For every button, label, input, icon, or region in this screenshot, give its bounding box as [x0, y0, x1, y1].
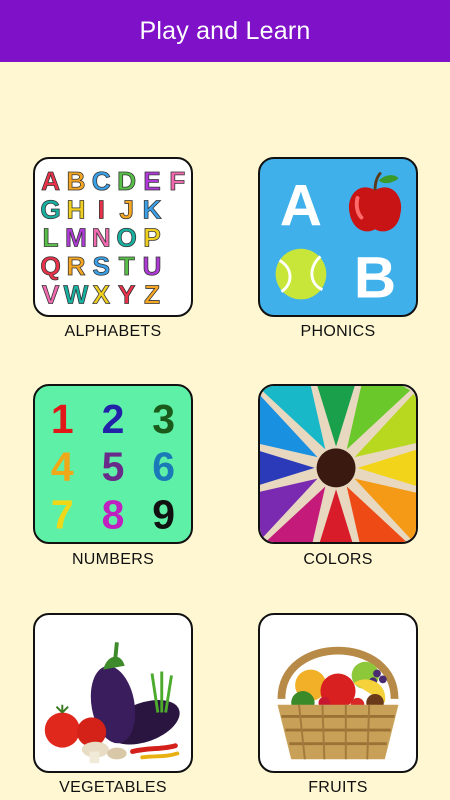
fruit-basket-icon	[277, 646, 399, 760]
alphabet-letter: W	[64, 279, 89, 309]
color-pencils-icon	[260, 386, 416, 542]
number-digit: 8	[102, 491, 125, 537]
numbers-label: NUMBERS	[71, 551, 155, 568]
alphabet-letter: E	[143, 166, 161, 196]
colors-card[interactable]	[258, 384, 418, 544]
alphabet-letter: V	[42, 279, 60, 309]
alphabet-letter: M	[65, 223, 87, 253]
alphabet-letter: K	[142, 194, 161, 224]
alphabet-letter: R	[66, 251, 85, 281]
vegetables-card[interactable]	[33, 613, 193, 773]
fruits-label: FRUITS	[308, 779, 368, 796]
alphabet-letter: G	[40, 194, 60, 224]
number-digit: 1	[51, 396, 74, 442]
apple-icon	[348, 171, 402, 232]
alphabet-letter: B	[66, 166, 85, 196]
tennis-ball-icon	[275, 248, 327, 300]
phonics-letter-b: B	[354, 245, 396, 310]
alphabet-letter: I	[98, 194, 105, 224]
alphabet-letter: A	[41, 166, 60, 196]
app-title: Play and Learn	[139, 16, 311, 45]
pencil-center	[316, 448, 356, 488]
number-digit: 4	[51, 444, 74, 490]
alphabet-letter: U	[142, 251, 161, 281]
phonics-card[interactable]: A B	[258, 157, 418, 317]
number-digit: 9	[152, 491, 175, 537]
number-digit: 3	[152, 396, 175, 442]
number-digit: 6	[152, 444, 175, 490]
fruits-card[interactable]	[258, 613, 418, 773]
phonics-letter-a: A	[280, 173, 322, 238]
alphabet-letter: O	[116, 223, 136, 253]
colors-label: COLORS	[303, 551, 373, 568]
vegetables-icon	[44, 642, 180, 764]
alphabet-letter: D	[117, 166, 136, 196]
vegetables-label: VEGETABLES	[59, 779, 167, 796]
phonics-icon: A B	[275, 171, 402, 310]
alphabets-label: ALPHABETS	[64, 323, 162, 340]
phonics-label: PHONICS	[300, 323, 376, 340]
alphabet-letter: J	[119, 194, 134, 224]
alphabet-letter: P	[143, 223, 161, 253]
alphabet-letter: T	[119, 251, 135, 281]
alphabet-letter: L	[43, 223, 59, 253]
alphabets-card[interactable]: ABCDEF GHIJK LMNOP QRSTU VWXYZ	[33, 157, 193, 317]
number-digit: 5	[102, 444, 125, 490]
numbers-icon: 1 2 3 4 5 6 7 8 9	[51, 396, 175, 538]
alphabet-letter: F	[169, 166, 185, 196]
alphabet-letter: H	[66, 194, 85, 224]
alphabet-letter: N	[92, 223, 111, 253]
alphabet-letter: Q	[40, 251, 60, 281]
alphabet-letter: S	[93, 251, 111, 281]
alphabet-blocks-icon: A B C D E F G H I J K L M N O P Q R S T U V W X Y Z	[40, 166, 186, 310]
alphabet-letter: C	[92, 166, 111, 196]
alphabet-letter: Y	[118, 279, 136, 309]
alphabet-letter: X	[93, 279, 111, 309]
alphabet-letter: Z	[144, 279, 160, 309]
number-digit: 2	[102, 396, 125, 442]
app-bar: Play and Learn	[0, 0, 450, 62]
number-digit: 7	[51, 491, 74, 537]
numbers-card[interactable]: 123 456 789	[33, 384, 193, 544]
